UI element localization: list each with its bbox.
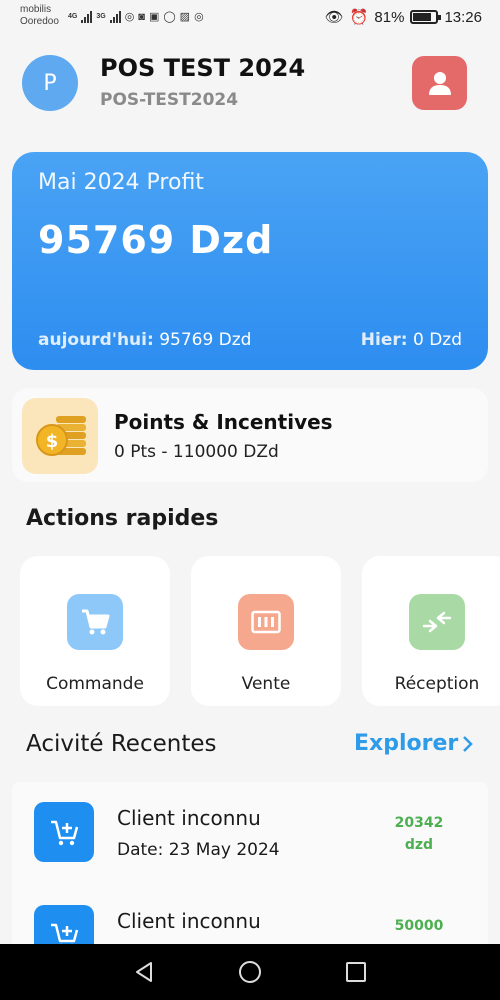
cart-icon	[67, 594, 123, 650]
recents-icon	[346, 962, 366, 982]
action-reception[interactable]: Réception	[362, 556, 500, 706]
action-vente[interactable]: Vente	[191, 556, 341, 706]
action-label: Commande	[46, 674, 144, 694]
activity-date: Date: 23 May 2024	[117, 840, 280, 860]
register-icon	[238, 594, 294, 650]
list-item[interactable]: Client inconnu Date: 23 May 2024 20342 d…	[12, 782, 488, 882]
status-icons: 4G 3G ◎ ◙ ▣ ◯ ▨ ◎	[68, 10, 204, 23]
eye-icon: 👁	[324, 9, 344, 26]
signal-icon	[109, 10, 121, 23]
teams-icon: ▣	[148, 11, 160, 23]
profit-card[interactable]: Mai 2024 Profit 95769 Dzd aujourd'hui: 9…	[12, 152, 488, 370]
store-name: POS TEST 2024	[100, 54, 306, 82]
svg-text:$: $	[46, 431, 59, 452]
whatsapp-icon: ◯	[163, 11, 176, 23]
alarm-icon: ⏰	[349, 9, 369, 26]
action-label: Vente	[241, 674, 291, 694]
activity-amount: 50000	[394, 918, 444, 934]
clock: 13:26	[444, 8, 482, 26]
instagram-icon: ◎	[194, 11, 204, 23]
explore-link[interactable]: Explorer	[354, 731, 474, 756]
quick-actions-title: Actions rapides	[26, 506, 219, 531]
activity-client: Client inconnu	[117, 909, 261, 933]
recents-button[interactable]	[344, 960, 368, 984]
notification-icon: ▨	[179, 11, 191, 23]
recent-activity-title: Acivité Recentes	[26, 731, 217, 757]
list-item[interactable]: Client inconnu 50000	[12, 885, 488, 950]
coins-icon: $	[22, 398, 98, 474]
chevron-right-icon	[463, 735, 474, 752]
action-commande[interactable]: Commande	[20, 556, 170, 706]
home-icon	[239, 961, 261, 983]
activity-list: Client inconnu Date: 23 May 2024 20342 d…	[12, 782, 488, 950]
home-button[interactable]	[238, 960, 262, 984]
profile-button[interactable]	[412, 56, 467, 110]
avatar[interactable]: P	[22, 55, 78, 111]
activity-client: Client inconnu	[117, 806, 261, 830]
points-subtitle: 0 Pts - 110000 DZd	[114, 442, 279, 462]
user-icon	[428, 72, 451, 95]
profit-yesterday: Hier: 0 Dzd	[360, 330, 462, 350]
battery-percent: 81%	[374, 8, 405, 26]
status-bar: mobilis Ooredoo 4G 3G ◎ ◙ ▣ ◯ ▨ ◎ 👁 ⏰ 81…	[0, 0, 500, 36]
back-button[interactable]	[132, 960, 156, 984]
transfer-icon	[409, 594, 465, 650]
profit-today: aujourd'hui: 95769 Dzd	[38, 330, 252, 350]
points-card[interactable]: $ Points & Incentives 0 Pts - 110000 DZd	[12, 388, 488, 482]
store-code: POS-TEST2024	[100, 90, 239, 110]
carrier-label: mobilis Ooredoo	[20, 4, 59, 27]
signal-icon	[81, 10, 93, 23]
activity-amount: 20342 dzd	[394, 815, 444, 853]
messenger-icon: ◙	[138, 10, 145, 23]
profit-amount: 95769 Dzd	[38, 218, 274, 262]
add-to-cart-icon	[34, 802, 94, 862]
battery-icon	[410, 10, 442, 24]
profit-title: Mai 2024 Profit	[38, 170, 204, 195]
instagram-icon: ◎	[124, 11, 135, 23]
action-label: Réception	[394, 674, 480, 694]
back-icon	[136, 962, 152, 982]
system-nav-bar	[0, 944, 500, 1000]
status-right: 👁 ⏰ 81% 13:26	[324, 8, 482, 27]
points-title: Points & Incentives	[114, 410, 333, 434]
